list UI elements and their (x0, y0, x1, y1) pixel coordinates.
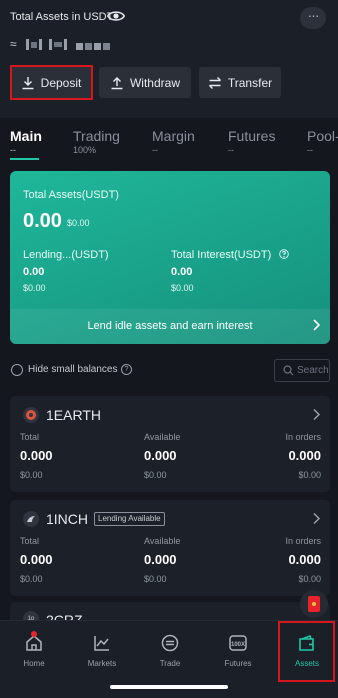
tab-main-sub: -- (10, 145, 16, 155)
approx-symbol: ≈ (10, 37, 17, 51)
filter-row: Hide small balances ? Search (0, 358, 338, 384)
tab-margin-sub: -- (152, 145, 158, 155)
nav-futures[interactable]: 100X Futures (213, 633, 263, 668)
info-icon[interactable] (279, 249, 289, 259)
nav-trade[interactable]: Trade (145, 633, 195, 668)
total-value: 0.000 (20, 448, 53, 463)
total-interest-label: Total Interest(USDT) (171, 249, 272, 261)
lending-value: 0.00 (23, 266, 45, 278)
transfer-icon (208, 76, 221, 89)
lending-usd: $0.00 (23, 283, 46, 293)
deposit-button[interactable]: Deposit (10, 67, 92, 98)
tab-futures-sub: -- (228, 145, 234, 155)
total-value: 0.000 (20, 552, 53, 567)
hide-small-balances-radio[interactable] (11, 364, 23, 376)
eye-icon[interactable] (107, 9, 125, 23)
notification-dot (31, 631, 37, 637)
in-orders-usd: $0.00 (298, 470, 321, 480)
search-icon (283, 365, 294, 376)
available-usd: $0.00 (144, 470, 167, 480)
total-assets-usd: $0.00 (67, 218, 90, 228)
deposit-label: Deposit (40, 75, 82, 90)
assets-header: Total Assets in USDT ··· ≈ Deposit Withd… (0, 0, 338, 118)
nav-assets-label: Assets (294, 659, 319, 668)
futures-100x-icon: 100X (229, 635, 247, 651)
available-header: Available (144, 432, 181, 442)
search-input[interactable]: Search (274, 359, 330, 382)
trade-icon (161, 634, 179, 652)
in-orders-header: In orders (285, 536, 321, 546)
tab-futures[interactable]: Futures -- (228, 128, 275, 155)
nav-markets[interactable]: Markets (77, 633, 127, 668)
tab-main[interactable]: Main -- (10, 128, 42, 155)
chevron-right-icon (313, 319, 321, 331)
available-value: 0.000 (144, 552, 177, 567)
total-interest-value: 0.00 (171, 266, 193, 278)
red-envelope-icon[interactable] (300, 590, 328, 618)
total-assets-value: 0.00 (23, 210, 62, 232)
tab-margin-label: Margin (152, 128, 195, 144)
tab-pool-label: Pool- (307, 128, 338, 144)
upload-icon (111, 76, 123, 89)
available-value: 0.000 (144, 448, 177, 463)
in-orders-value: 0.000 (288, 448, 321, 463)
total-usd: $0.00 (20, 574, 43, 584)
total-interest-usd: $0.00 (171, 283, 194, 293)
in-orders-header: In orders (285, 432, 321, 442)
1inch-coin-icon (23, 511, 39, 527)
nav-home-label: Home (23, 659, 45, 668)
available-usd: $0.00 (144, 574, 167, 584)
download-icon (22, 76, 34, 89)
more-button[interactable]: ··· (300, 7, 326, 29)
lending-available-badge: Lending Available (94, 512, 165, 526)
total-usd: $0.00 (20, 470, 43, 480)
total-header: Total (20, 432, 40, 442)
nav-markets-label: Markets (87, 659, 117, 668)
nav-home[interactable]: Home (9, 633, 59, 668)
asset-symbol: 1INCH (46, 511, 89, 527)
lending-label: Lending...(USDT) (23, 249, 109, 261)
tab-pool[interactable]: Pool- -- (307, 128, 338, 155)
asset-symbol: 1EARTH (46, 407, 101, 423)
wallet-icon (299, 634, 314, 651)
tab-main-label: Main (10, 128, 42, 144)
search-placeholder: Search (297, 365, 329, 376)
withdraw-button[interactable]: Withdraw (99, 67, 191, 98)
chevron-right-icon (313, 408, 321, 421)
lend-idle-assets-link[interactable]: Lend idle assets and earn interest (10, 309, 330, 344)
masked-balance (26, 39, 110, 50)
nav-futures-label: Futures (224, 659, 252, 668)
account-tabs: Main -- Trading 100% Margin -- Futures -… (0, 118, 338, 162)
total-assets-label: Total Assets in USDT (10, 11, 114, 23)
chart-line-icon (94, 636, 109, 651)
tab-margin[interactable]: Margin -- (152, 128, 195, 155)
asset-card-1earth[interactable]: 1EARTH Total Available In orders 0.000 0… (10, 396, 330, 492)
withdraw-label: Withdraw (129, 75, 180, 90)
1earth-coin-icon (23, 407, 39, 423)
available-header: Available (144, 536, 181, 546)
transfer-button[interactable]: Transfer (199, 67, 281, 98)
home-indicator[interactable] (110, 685, 228, 689)
tab-trading-sub: 100% (73, 145, 97, 155)
in-orders-value: 0.000 (288, 552, 321, 567)
asset-card-1inch[interactable]: 1INCH Lending Available Total Available … (10, 500, 330, 596)
assets-summary-card: Total Assets(USDT) 0.00 $0.00 Lending...… (10, 171, 330, 344)
lend-cta-label: Lend idle assets and earn interest (87, 320, 253, 332)
tab-trading-label: Trading (73, 128, 120, 144)
total-header: Total (20, 536, 40, 546)
svg-text:100X: 100X (231, 642, 245, 648)
hide-small-balances-label[interactable]: Hide small balances (28, 364, 118, 375)
in-orders-usd: $0.00 (298, 574, 321, 584)
chevron-right-icon (313, 512, 321, 525)
tab-futures-label: Futures (228, 128, 276, 144)
nav-trade-label: Trade (159, 659, 181, 668)
question-icon[interactable]: ? (121, 364, 132, 375)
active-tab-indicator (10, 158, 39, 160)
total-assets-usdt-label: Total Assets(USDT) (23, 189, 119, 201)
nav-assets[interactable]: Assets (282, 633, 332, 668)
tab-trading[interactable]: Trading 100% (73, 128, 120, 155)
transfer-label: Transfer (227, 75, 273, 90)
tab-pool-sub: -- (307, 145, 313, 155)
